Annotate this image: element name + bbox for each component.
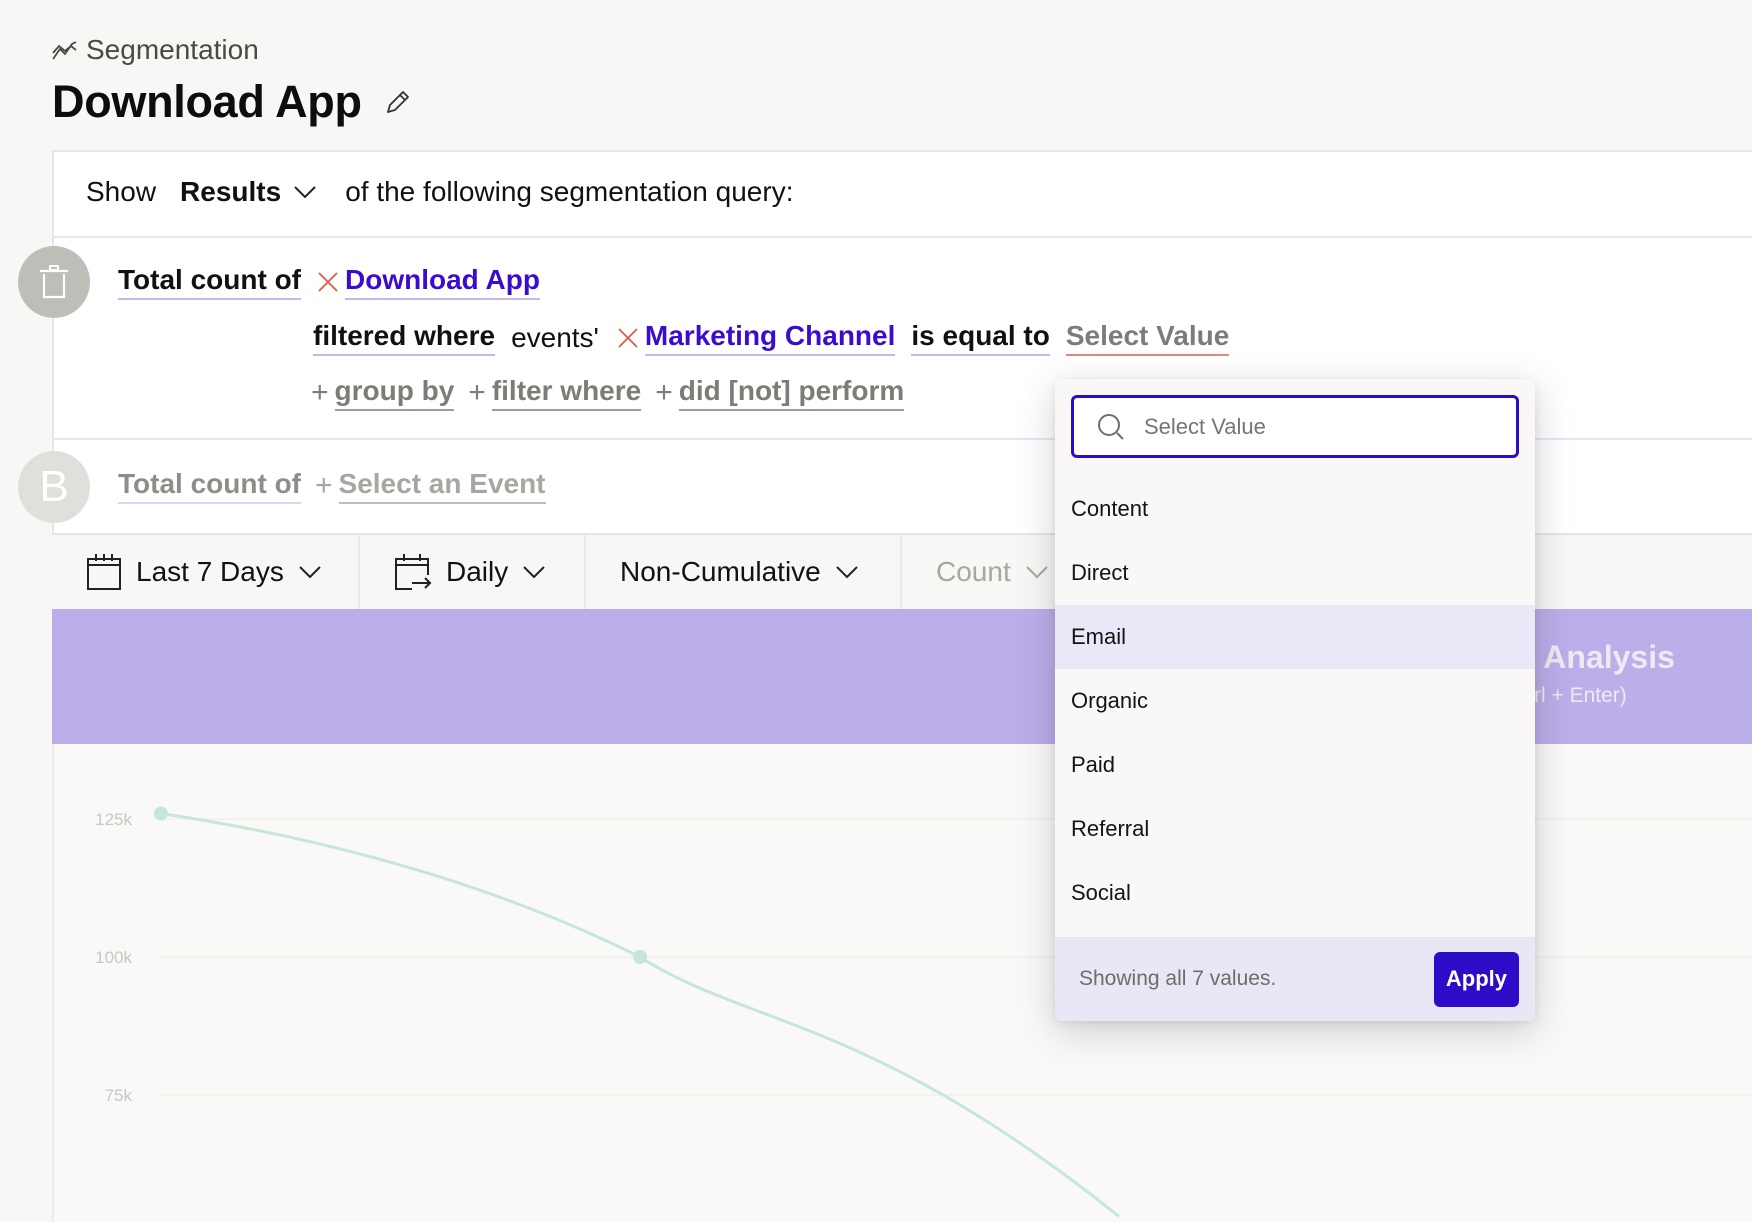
page-title: Download App (52, 76, 362, 127)
search-icon (1098, 413, 1124, 440)
filter-prefix[interactable]: filtered where (313, 320, 496, 356)
row-b: Total count of + Select an Event (118, 468, 546, 504)
pencil-icon[interactable] (384, 88, 412, 116)
group-by-button[interactable]: + group by (311, 375, 455, 411)
option-content[interactable]: Content (1055, 477, 1535, 541)
divider (54, 236, 1752, 238)
filter-where-button[interactable]: + filter where (468, 375, 642, 411)
interval-select[interactable]: Daily (360, 535, 586, 609)
filter-operator-select[interactable]: is equal to (911, 320, 1050, 356)
page-header: Download App (52, 76, 412, 128)
chevron-down-icon (523, 566, 545, 579)
dropdown-footer: Showing all 7 values. Apply (1055, 937, 1535, 1021)
row-a-actions: + group by + filter where + did [not] pe… (311, 375, 905, 411)
option-organic[interactable]: Organic (1055, 669, 1535, 733)
breadcrumb-label: Segmentation (86, 34, 259, 65)
trash-icon (40, 265, 68, 299)
data-point[interactable] (633, 950, 647, 964)
series-line (160, 811, 1120, 1218)
did-not-perform-button[interactable]: + did [not] perform (655, 375, 905, 411)
y-tick-label: 75k (105, 1086, 133, 1105)
filter-scope: events' (511, 322, 599, 353)
run-analysis-title: n Analysis (1516, 639, 1675, 675)
plus-icon: + (315, 469, 333, 502)
value-options-list: Content Direct Email Organic Paid Referr… (1055, 477, 1535, 925)
option-email[interactable]: Email (1055, 605, 1535, 669)
query-b-letter: B (39, 462, 69, 511)
show-suffix: of the following segmentation query: (345, 176, 794, 207)
show-row: Show Results of the following segmentati… (86, 176, 793, 208)
show-label: Show (86, 176, 157, 207)
cumulative-label: Non-Cumulative (620, 556, 821, 587)
metric-label: Count (936, 556, 1011, 587)
calendar-arrow-icon (395, 554, 432, 590)
calendar-icon (87, 554, 121, 590)
date-range-select[interactable]: Last 7 Days (52, 535, 360, 609)
filter-property-select[interactable]: Marketing Channel (644, 320, 896, 356)
run-analysis-hint: rl + Enter) (1534, 684, 1627, 707)
chevron-down-icon (1026, 566, 1048, 579)
apply-button[interactable]: Apply (1433, 951, 1519, 1007)
filter-value-select[interactable]: Select Value (1065, 320, 1230, 356)
y-tick-label: 100k (95, 948, 132, 967)
option-paid[interactable]: Paid (1055, 733, 1535, 797)
value-dropdown: Content Direct Email Organic Paid Referr… (1055, 379, 1535, 1021)
date-range-label: Last 7 Days (136, 556, 284, 587)
interval-label: Daily (446, 556, 509, 587)
row-a-filter: filtered where events' Marketing Channel… (313, 320, 1230, 356)
chevron-down-icon (836, 566, 858, 579)
group-by-label: group by (334, 375, 455, 411)
select-event-label: Select an Event (338, 468, 546, 504)
filter-where-label: filter where (491, 375, 642, 411)
data-point[interactable] (154, 806, 168, 821)
select-event-button[interactable]: + Select an Event (315, 468, 546, 504)
aggregation-select-b[interactable]: Total count of (118, 468, 301, 504)
did-not-perform-label: did [not] perform (678, 375, 905, 411)
remove-filter-icon[interactable] (617, 327, 639, 349)
segmentation-chart-icon (52, 41, 77, 60)
y-tick-label: 125k (95, 810, 132, 829)
show-select[interactable]: Results (180, 176, 317, 208)
option-social[interactable]: Social (1055, 861, 1535, 925)
option-direct[interactable]: Direct (1055, 541, 1535, 605)
chevron-down-icon (299, 566, 321, 579)
cumulative-select[interactable]: Non-Cumulative (586, 535, 902, 609)
plus-icon: + (655, 376, 673, 409)
option-referral[interactable]: Referral (1055, 797, 1535, 861)
values-count-text: Showing all 7 values. (1079, 967, 1277, 990)
query-b-badge: B (18, 451, 90, 523)
plus-icon: + (468, 376, 486, 409)
show-value: Results (180, 176, 282, 207)
remove-event-icon[interactable] (317, 271, 339, 293)
breadcrumb[interactable]: Segmentation (52, 34, 259, 66)
event-select[interactable]: Download App (345, 264, 540, 300)
value-search-field[interactable] (1071, 395, 1519, 458)
chevron-down-icon (294, 186, 316, 199)
plus-icon: + (311, 376, 329, 409)
delete-query-button[interactable] (18, 246, 90, 318)
row-a-line1: Total count of Download App (118, 264, 540, 300)
aggregation-select[interactable]: Total count of (118, 264, 301, 300)
value-search-input[interactable] (1142, 412, 1506, 441)
